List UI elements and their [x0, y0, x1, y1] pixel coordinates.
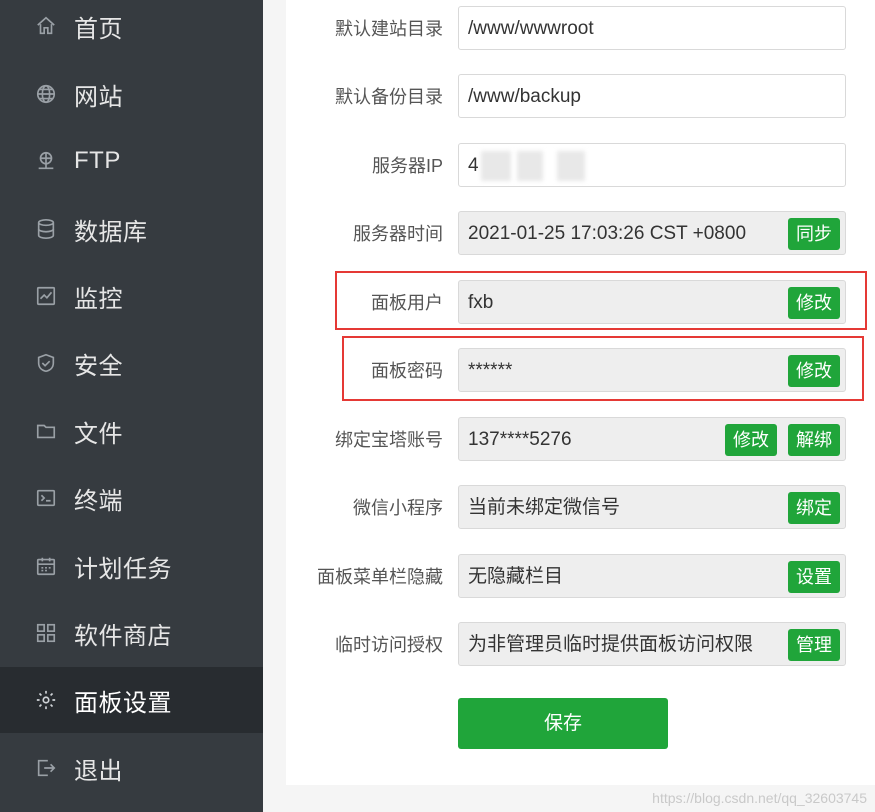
bt-account-field: 137****5276 修改 解绑 [458, 417, 846, 461]
setting-label: 微信小程序 [353, 498, 443, 518]
monitor-icon [34, 284, 58, 308]
unbind-bt-account-button[interactable]: 解绑 [788, 424, 840, 456]
setting-label: 默认备份目录 [335, 87, 443, 107]
setting-label: 面板用户 [371, 293, 443, 313]
field-value: 无隐藏栏目 [468, 566, 564, 587]
server-time-field: 2021-01-25 17:03:26 CST +0800 同步 [458, 211, 846, 255]
setting-server-time: 服务器时间 2021-01-25 17:03:26 CST +0800 同步 [286, 211, 875, 257]
sidebar-item-label: 数据库 [74, 218, 148, 246]
field-value: 4 [468, 155, 479, 176]
gear-icon [34, 688, 58, 712]
field-value: 为非管理员临时提供面板访问权限 [468, 634, 754, 655]
field-value: 当前未绑定微信号 [468, 497, 621, 518]
redaction-blur [517, 151, 543, 181]
calendar-icon [34, 554, 58, 578]
sidebar-item-label: 软件商店 [74, 622, 172, 650]
default-site-dir-input[interactable]: /www/wwwroot [458, 6, 846, 50]
redaction-blur [481, 151, 511, 181]
setting-label: 服务器IP [371, 156, 443, 176]
setting-label: 临时访问授权 [335, 635, 443, 655]
sidebar-item-label: 安全 [74, 352, 123, 380]
setting-default-site-dir: 默认建站目录 /www/wwwroot [286, 6, 875, 52]
sidebar-item-label: 面板设置 [74, 689, 172, 717]
field-value: 2021-01-25 17:03:26 CST +0800 [468, 223, 747, 244]
edit-panel-password-button[interactable]: 修改 [788, 355, 840, 387]
sidebar-item-logout[interactable]: 退出 [0, 735, 263, 801]
setting-label: 默认建站目录 [335, 19, 443, 39]
redaction-blur [557, 151, 585, 181]
setting-panel-password: 面板密码 ****** 修改 [286, 348, 875, 394]
server-ip-input[interactable]: 4 [458, 143, 846, 187]
sidebar-item-panel-settings[interactable]: 面板设置 [0, 667, 263, 733]
menu-hide-field: 无隐藏栏目 设置 [458, 554, 846, 598]
sidebar-item-ftp[interactable]: FTP [0, 128, 263, 194]
folder-icon [34, 419, 58, 443]
sidebar-item-store[interactable]: 软件商店 [0, 600, 263, 666]
shield-icon [34, 351, 58, 375]
watermark: https://blog.csdn.net/qq_32603745 [652, 790, 867, 806]
sync-time-button[interactable]: 同步 [788, 218, 840, 250]
setting-label: 面板密码 [371, 361, 443, 381]
sidebar-item-home[interactable]: 首页 [0, 0, 263, 59]
panel-user-field: fxb 修改 [458, 280, 846, 324]
setting-default-backup-dir: 默认备份目录 /www/backup [286, 74, 875, 120]
setting-bt-account: 绑定宝塔账号 137****5276 修改 解绑 [286, 417, 875, 463]
setting-server-ip: 服务器IP 4 [286, 143, 875, 189]
field-value: /www/wwwroot [468, 18, 594, 39]
home-icon [34, 14, 58, 38]
sidebar-item-security[interactable]: 安全 [0, 330, 263, 396]
edit-panel-user-button[interactable]: 修改 [788, 287, 840, 319]
terminal-icon [34, 486, 58, 510]
field-value: fxb [468, 292, 494, 313]
sidebar-item-label: 计划任务 [74, 555, 172, 583]
menu-hide-settings-button[interactable]: 设置 [788, 561, 840, 593]
sidebar-item-cron[interactable]: 计划任务 [0, 533, 263, 599]
wechat-miniprogram-field: 当前未绑定微信号 绑定 [458, 485, 846, 529]
default-backup-dir-input[interactable]: /www/backup [458, 74, 846, 118]
bind-wechat-button[interactable]: 绑定 [788, 492, 840, 524]
temp-access-field: 为非管理员临时提供面板访问权限 管理 [458, 622, 846, 666]
settings-panel: 默认建站目录 /www/wwwroot 默认备份目录 /www/backup 服… [286, 0, 875, 785]
panel-password-field: ****** 修改 [458, 348, 846, 392]
database-icon [34, 217, 58, 241]
logout-icon [34, 756, 58, 780]
sidebar-item-label: 文件 [74, 420, 123, 448]
edit-bt-account-button[interactable]: 修改 [725, 424, 777, 456]
setting-menu-hide: 面板菜单栏隐藏 无隐藏栏目 设置 [286, 554, 875, 600]
field-value: ****** [468, 360, 513, 381]
ftp-icon [34, 149, 58, 173]
sidebar-item-label: FTP [74, 147, 121, 174]
sidebar-item-terminal[interactable]: 终端 [0, 465, 263, 531]
sidebar-item-label: 网站 [74, 83, 123, 111]
sidebar-item-label: 退出 [74, 757, 123, 785]
globe-icon [34, 82, 58, 106]
sidebar-item-label: 终端 [74, 487, 123, 515]
setting-label: 绑定宝塔账号 [335, 430, 443, 450]
field-value: /www/backup [468, 86, 581, 107]
manage-temp-access-button[interactable]: 管理 [788, 629, 840, 661]
sidebar-item-monitor[interactable]: 监控 [0, 263, 263, 329]
setting-temp-access: 临时访问授权 为非管理员临时提供面板访问权限 管理 [286, 622, 875, 668]
sidebar-item-label: 首页 [74, 15, 123, 43]
grid-icon [34, 621, 58, 645]
setting-label: 面板菜单栏隐藏 [317, 567, 443, 587]
sidebar-item-website[interactable]: 网站 [0, 61, 263, 127]
setting-wechat-miniprogram: 微信小程序 当前未绑定微信号 绑定 [286, 485, 875, 531]
setting-label: 服务器时间 [353, 224, 443, 244]
sidebar-item-label: 监控 [74, 285, 123, 313]
field-value: 137****5276 [468, 429, 572, 450]
sidebar-item-database[interactable]: 数据库 [0, 196, 263, 262]
sidebar-item-files[interactable]: 文件 [0, 398, 263, 464]
save-button[interactable]: 保存 [458, 698, 668, 749]
setting-panel-user: 面板用户 fxb 修改 [286, 280, 875, 326]
sidebar: 首页 网站 FTP 数据库 监控 安全 文件 终端 计划任务 软件商店 面板设置… [0, 0, 263, 812]
